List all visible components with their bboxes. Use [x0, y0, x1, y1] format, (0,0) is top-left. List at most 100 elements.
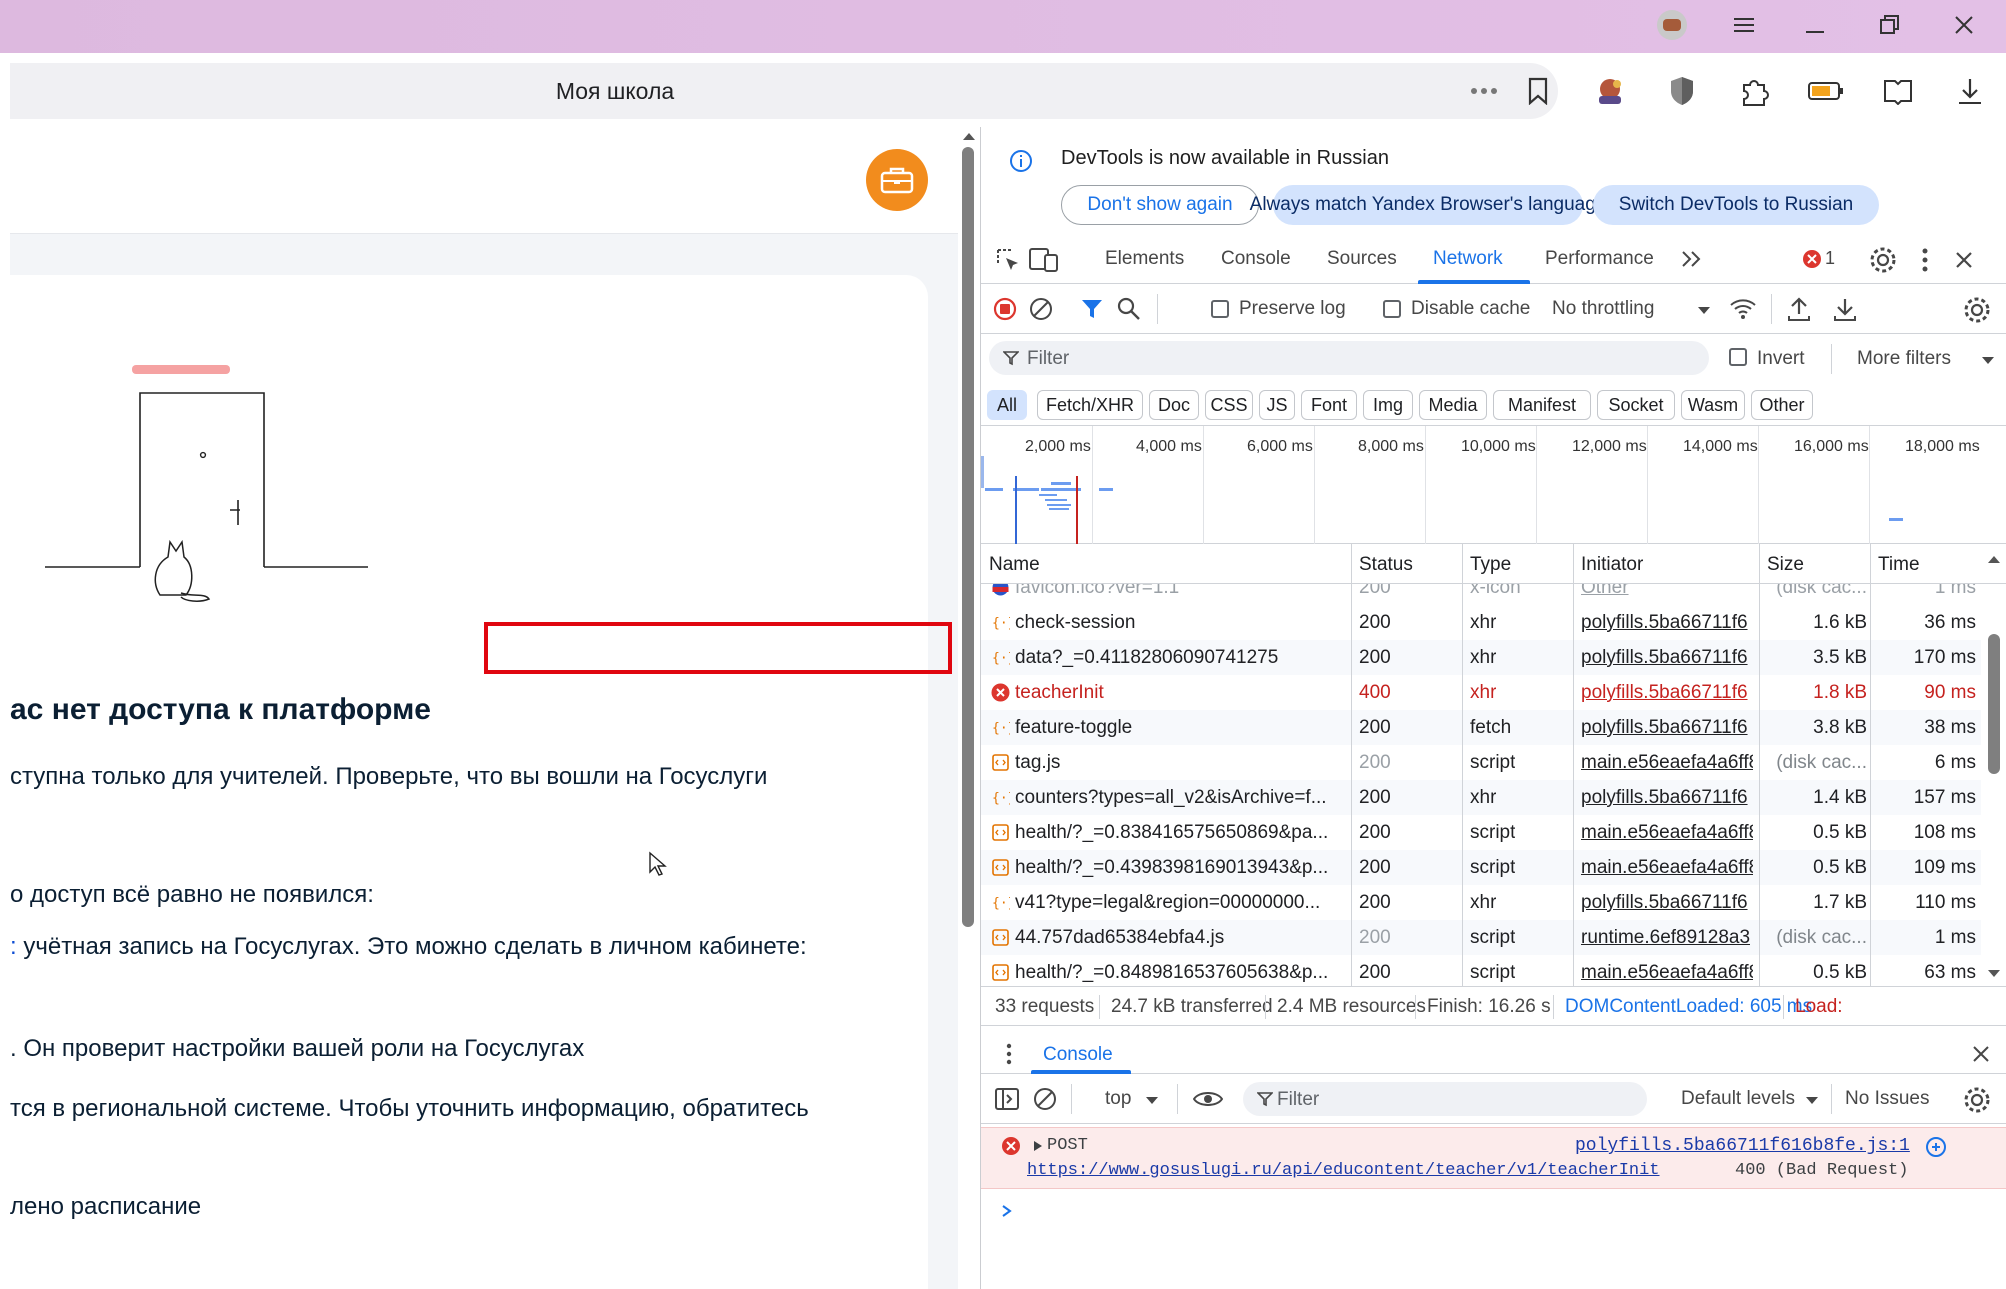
invert-checkbox[interactable] [1729, 348, 1747, 366]
request-initiator[interactable]: polyfills.5ba66711f6 [1581, 787, 1748, 809]
filter-chip-manifest[interactable]: Manifest [1493, 390, 1591, 420]
filter-chip-media[interactable]: Media [1419, 390, 1487, 420]
request-initiator[interactable]: main.e56eaefa4a6ff8 [1581, 822, 1753, 844]
restore-icon[interactable] [1870, 10, 1910, 40]
filter-chip-all[interactable]: All [987, 390, 1027, 420]
ai-explain-icon[interactable] [1925, 1136, 1947, 1158]
request-initiator[interactable]: polyfills.5ba66711f6 [1581, 892, 1748, 914]
console-settings-icon[interactable] [1963, 1086, 1991, 1114]
export-har-icon[interactable] [1833, 296, 1857, 322]
filter-funnel-icon[interactable] [1081, 298, 1103, 320]
more-filters-dropdown[interactable]: More filters [1857, 348, 1951, 370]
network-request-row[interactable]: {·} counters?types=all_v2&isArchive=f... 2… [981, 780, 1981, 815]
expand-triangle-icon[interactable] [1033, 1140, 1043, 1152]
dont-show-again-button[interactable]: Don't show again [1061, 185, 1259, 225]
filter-chip-font[interactable]: Font [1301, 390, 1357, 420]
close-drawer-icon[interactable] [1973, 1046, 1989, 1062]
request-initiator[interactable]: polyfills.5ba66711f6 [1581, 717, 1748, 739]
network-request-row[interactable]: health/?_=0.838416575650869&pa... 200 scri… [981, 815, 1981, 850]
tab-performance[interactable]: Performance [1545, 248, 1654, 270]
disable-cache-checkbox[interactable] [1383, 300, 1401, 318]
network-request-row[interactable]: 44.757dad65384ebfa4.js 200 script runtime.6… [981, 920, 1981, 955]
context-select[interactable]: top [1105, 1088, 1131, 1110]
drawer-tab-console[interactable]: Console [1043, 1044, 1113, 1066]
drawer-menu-icon[interactable] [1005, 1043, 1013, 1065]
extension-avatar-icon[interactable] [1590, 71, 1630, 111]
live-expression-eye-icon[interactable] [1193, 1089, 1223, 1109]
chevron-down-icon[interactable] [1697, 306, 1711, 315]
col-initiator[interactable]: Initiator [1581, 554, 1643, 576]
close-window-icon[interactable] [1944, 10, 1984, 40]
col-status[interactable]: Status [1359, 554, 1413, 576]
downloads-icon[interactable] [1950, 71, 1990, 111]
network-request-row[interactable]: favicon.ico?ver=1.1 200 x-icon Other (disk c… [981, 584, 1981, 605]
request-initiator[interactable]: polyfills.5ba66711f6 [1581, 612, 1748, 634]
import-har-icon[interactable] [1787, 296, 1811, 322]
more-tabs-chevron-icon[interactable] [1681, 250, 1703, 268]
search-icon[interactable] [1117, 297, 1141, 321]
puzzle-extensions-icon[interactable] [1734, 71, 1774, 111]
filter-chip-img[interactable]: Img [1363, 390, 1413, 420]
filter-chip-other[interactable]: Other [1751, 390, 1813, 420]
network-request-row[interactable]: {·} data?_=0.41182806090741275 200 xhr polyf… [981, 640, 1981, 675]
stop-recording-icon[interactable] [993, 297, 1017, 321]
switch-to-russian-button[interactable]: Switch DevTools to Russian [1593, 185, 1879, 225]
filter-chip-js[interactable]: JS [1259, 390, 1295, 420]
network-scrollbar-thumb[interactable] [1988, 634, 2000, 774]
page-scrollbar[interactable] [958, 127, 980, 1289]
network-request-row[interactable]: {·} check-session 200 xhr polyfills.5ba66711… [981, 605, 1981, 640]
more-filters-chevron-icon[interactable] [1981, 356, 1995, 365]
network-settings-icon[interactable] [1963, 296, 1991, 324]
log-levels-chevron-icon[interactable] [1805, 1096, 1819, 1105]
throttling-select[interactable]: No throttling [1552, 298, 1654, 320]
request-initiator[interactable]: main.e56eaefa4a6ff8 [1581, 752, 1753, 774]
log-levels-dropdown[interactable]: Default levels [1681, 1088, 1795, 1110]
preserve-log-checkbox[interactable] [1211, 300, 1229, 318]
col-name[interactable]: Name [989, 554, 1040, 576]
network-filter-input[interactable]: Filter [989, 341, 1709, 375]
wifi-settings-icon[interactable] [1729, 296, 1759, 322]
console-sidebar-icon[interactable] [995, 1087, 1019, 1111]
col-time[interactable]: Time [1878, 554, 1920, 576]
network-request-row[interactable]: {·} feature-toggle 200 fetch polyfills.5ba66… [981, 710, 1981, 745]
network-overview-timeline[interactable]: 2,000 ms 4,000 ms 6,000 ms 8,000 ms 10,0… [981, 426, 2006, 544]
minimize-icon[interactable] [1796, 10, 1836, 40]
console-prompt-icon[interactable] [1001, 1204, 1013, 1218]
match-browser-language-button[interactable]: Always match Yandex Browser's language [1250, 185, 1606, 225]
inspect-element-icon[interactable] [995, 247, 1021, 273]
network-request-row[interactable]: health/?_=0.4398398169013943&p... 200 scri… [981, 850, 1981, 885]
request-initiator[interactable]: polyfills.5ba66711f6 [1581, 682, 1748, 704]
profile-avatar[interactable] [1652, 10, 1692, 40]
filter-chip-wasm[interactable]: Wasm [1681, 390, 1745, 420]
network-request-row[interactable]: health/?_=0.8489816537605638&p... 200 scri… [981, 955, 1981, 986]
col-type[interactable]: Type [1470, 554, 1511, 576]
filter-chip-socket[interactable]: Socket [1597, 390, 1675, 420]
col-size[interactable]: Size [1767, 554, 1804, 576]
request-initiator[interactable]: Other [1581, 584, 1629, 599]
reader-icon[interactable] [1878, 71, 1918, 111]
network-request-row[interactable]: {·} v41?type=legal&region=00000000... 200 x… [981, 885, 1981, 920]
filter-chip-doc[interactable]: Doc [1149, 390, 1199, 420]
bookmark-icon[interactable] [1518, 71, 1558, 111]
console-error-source-link[interactable]: polyfills.5ba66711f616b8fe.js:1 [1575, 1136, 1910, 1156]
network-request-row[interactable]: teacherInit 400 xhr polyfills.5ba66711f6 1.8… [981, 675, 1981, 710]
clear-icon[interactable] [1029, 297, 1053, 321]
settings-gear-icon[interactable] [1869, 246, 1897, 274]
tab-sources[interactable]: Sources [1327, 248, 1397, 270]
briefcase-icon[interactable] [866, 149, 928, 211]
issues-counter[interactable]: No Issues [1845, 1088, 1929, 1110]
tab-console[interactable]: Console [1221, 248, 1291, 270]
device-toolbar-icon[interactable] [1029, 247, 1059, 273]
hamburger-menu-icon[interactable] [1724, 10, 1764, 40]
tab-network[interactable]: Network [1433, 248, 1503, 270]
shield-icon[interactable] [1662, 71, 1702, 111]
filter-chip-fetch-xhr[interactable]: Fetch/XHR [1037, 390, 1143, 420]
page-scrollbar-thumb[interactable] [962, 147, 974, 927]
request-initiator[interactable]: runtime.6ef89128a3 [1581, 927, 1750, 949]
console-error-url-link[interactable]: https://www.gosuslugi.ru/api/educontent/… [1027, 1161, 1660, 1180]
request-initiator[interactable]: main.e56eaefa4a6ff8 [1581, 962, 1753, 984]
battery-icon[interactable] [1806, 71, 1846, 111]
error-count[interactable]: 1 [1825, 248, 1835, 269]
close-devtools-icon[interactable] [1955, 251, 1973, 269]
network-request-row[interactable]: tag.js 200 script main.e56eaefa4a6ff8 (disk … [981, 745, 1981, 780]
